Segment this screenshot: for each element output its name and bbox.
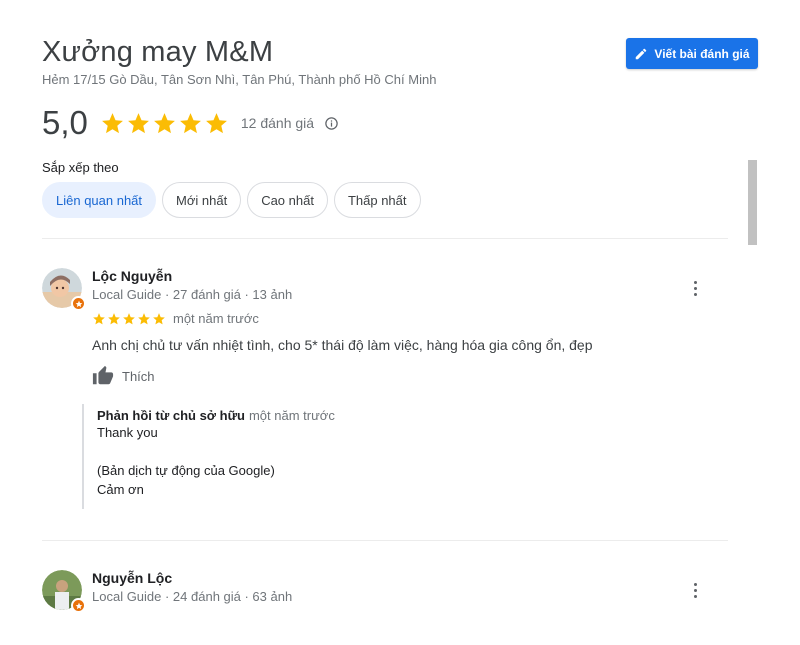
reviewer-meta: Local Guide · 24 đánh giá · 63 ảnh	[92, 589, 293, 604]
review-count[interactable]: 12 đánh giá	[241, 115, 314, 131]
like-label: Thích	[122, 368, 155, 384]
reviewer-name[interactable]: Nguyễn Lộc	[92, 570, 172, 586]
star-icon	[123, 313, 135, 325]
review-item: Nguyễn Lộc Local Guide · 24 đánh giá · 6…	[42, 570, 728, 620]
sort-chip-highest[interactable]: Cao nhất	[247, 182, 328, 218]
sort-chip-relevant[interactable]: Liên quan nhất	[42, 182, 157, 218]
local-guide-badge	[71, 598, 86, 613]
star-icon	[153, 313, 165, 325]
owner-reply-time: một năm trước	[248, 408, 335, 423]
rating-summary: 5,0 12 đánh giá	[42, 104, 339, 142]
divider	[42, 540, 728, 541]
star-icon	[138, 313, 150, 325]
rating-stars	[100, 111, 229, 136]
pencil-icon	[636, 48, 647, 59]
owner-reply-translation: Cảm ơn	[97, 482, 144, 497]
more-options-icon[interactable]	[687, 580, 703, 600]
owner-reply-header: Phản hồi từ chủ sở hữu một năm trước	[97, 408, 682, 423]
reviewer-meta: Local Guide · 27 đánh giá · 13 ảnh	[92, 287, 293, 302]
owner-reply-heading: Phản hồi từ chủ sở hữu	[97, 408, 245, 423]
star-icon	[93, 313, 105, 325]
place-address: Hẻm 17/15 Gò Dầu, Tân Sơn Nhì, Tân Phú, …	[42, 72, 437, 87]
thumbs-up-icon	[92, 365, 114, 385]
sort-chip-lowest[interactable]: Thấp nhất	[333, 182, 421, 218]
star-icon	[75, 602, 82, 609]
star-icon	[75, 300, 82, 307]
review-text: Anh chị chủ tư vấn nhiệt tình, cho 5* th…	[92, 337, 593, 353]
star-icon	[127, 112, 149, 133]
rating-score: 5,0	[42, 104, 88, 141]
sort-chips: Liên quan nhất Mới nhất Cao nhất Thấp nh…	[42, 182, 421, 218]
like-button[interactable]: Thích	[92, 365, 155, 387]
scrollbar-thumb[interactable]	[748, 160, 757, 245]
star-icon	[108, 313, 120, 325]
translation-note: (Bản dịch tự động của Google)	[97, 463, 275, 478]
reviewer-name[interactable]: Lộc Nguyễn	[92, 268, 172, 284]
review-time: một năm trước	[173, 311, 259, 326]
write-review-button[interactable]: Viết bài đánh giá	[626, 38, 758, 69]
review-stars	[92, 312, 166, 326]
local-guide-badge	[71, 296, 86, 311]
more-options-icon[interactable]	[687, 278, 703, 298]
avatar[interactable]	[42, 268, 86, 311]
divider	[42, 238, 728, 239]
write-review-label: Viết bài đánh giá	[654, 46, 750, 61]
sort-chip-newest[interactable]: Mới nhất	[162, 182, 242, 218]
avatar[interactable]	[42, 570, 86, 613]
place-title: Xưởng may M&M	[42, 36, 274, 68]
review-item: Lộc Nguyễn Local Guide · 27 đánh giá · 1…	[42, 268, 728, 518]
owner-reply-text: Thank you	[97, 425, 158, 440]
info-icon[interactable]	[324, 116, 339, 131]
star-icon	[153, 112, 175, 133]
star-icon	[205, 112, 227, 133]
star-icon	[101, 112, 123, 133]
star-icon	[179, 112, 201, 133]
owner-reply: Phản hồi từ chủ sở hữu một năm trước Than…	[82, 404, 682, 509]
sort-label: Sắp xếp theo	[42, 160, 119, 175]
